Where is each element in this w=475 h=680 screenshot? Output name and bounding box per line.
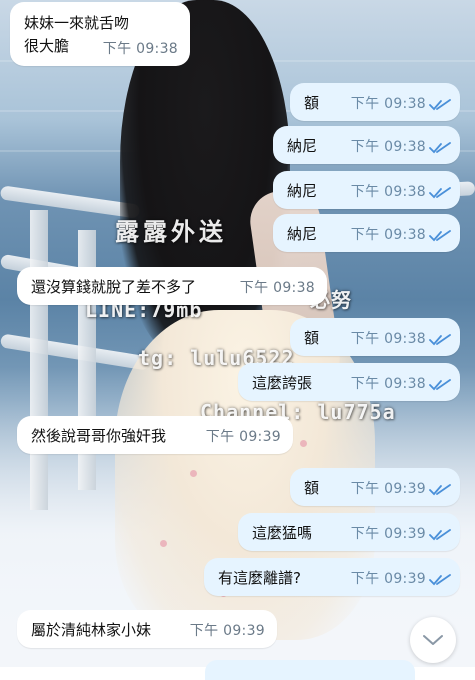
message-text: 然後說哥哥你強奸我 bbox=[31, 426, 167, 445]
message-time: 下午 09:38 bbox=[350, 227, 426, 243]
message-time: 下午 09:38 bbox=[239, 280, 315, 296]
message-bubble-outgoing-partial bbox=[205, 660, 415, 680]
railing-post bbox=[30, 210, 48, 510]
message-time: 下午 09:38 bbox=[102, 41, 178, 57]
message-bubble-incoming[interactable]: 還沒算錢就脫了差不多了 下午 09:38 bbox=[17, 267, 327, 305]
dress-dot bbox=[300, 440, 307, 447]
message-text: 納尼 bbox=[287, 181, 318, 200]
dress-dot bbox=[190, 470, 197, 477]
message-bubble-outgoing[interactable]: 額 下午 09:38 bbox=[290, 83, 460, 121]
message-text: 納尼 bbox=[287, 136, 318, 155]
double-check-icon bbox=[429, 230, 451, 242]
double-check-icon bbox=[429, 142, 451, 154]
message-bubble-outgoing[interactable]: 納尼 下午 09:38 bbox=[273, 214, 460, 252]
message-time: 下午 09:39 bbox=[350, 571, 426, 587]
message-text: 屬於清純林家小妹 bbox=[31, 620, 152, 639]
message-time: 下午 09:39 bbox=[205, 429, 281, 445]
message-time: 下午 09:38 bbox=[350, 331, 426, 347]
double-check-icon bbox=[429, 379, 451, 391]
message-text: 還沒算錢就脫了差不多了 bbox=[31, 277, 197, 296]
message-text: 有這麼離譜? bbox=[218, 568, 301, 587]
double-check-icon bbox=[429, 529, 451, 541]
message-text: 額 bbox=[304, 93, 320, 112]
message-text: 妹妹一來就舌吻 bbox=[24, 14, 130, 32]
message-bubble-incoming[interactable]: 屬於清純林家小妹 下午 09:39 bbox=[17, 610, 277, 648]
message-time: 下午 09:38 bbox=[350, 96, 426, 112]
watermark-brand: 露露外送 bbox=[115, 218, 227, 246]
message-time: 下午 09:39 bbox=[189, 623, 265, 639]
message-time: 下午 09:39 bbox=[350, 481, 426, 497]
message-time: 下午 09:39 bbox=[350, 526, 426, 542]
double-check-icon bbox=[429, 574, 451, 586]
double-check-icon bbox=[429, 334, 451, 346]
message-text: 納尼 bbox=[287, 224, 318, 243]
double-check-icon bbox=[429, 187, 451, 199]
message-bubble-outgoing[interactable]: 額 下午 09:38 bbox=[290, 318, 460, 356]
message-bubble-outgoing[interactable]: 額 下午 09:39 bbox=[290, 468, 460, 506]
chevron-down-icon bbox=[423, 635, 443, 645]
message-time: 下午 09:38 bbox=[350, 184, 426, 200]
message-bubble-incoming[interactable]: 妹妹一來就舌吻 很大膽 下午 09:38 bbox=[10, 2, 190, 66]
double-check-icon bbox=[429, 484, 451, 496]
message-text: 這麼誇張 bbox=[252, 373, 313, 392]
message-bubble-outgoing[interactable]: 這麼猛嗎 下午 09:39 bbox=[238, 513, 460, 551]
message-text: 額 bbox=[304, 328, 320, 347]
message-bubble-incoming[interactable]: 然後說哥哥你強奸我 下午 09:39 bbox=[17, 416, 293, 454]
dress-dot bbox=[160, 540, 167, 547]
message-bubble-outgoing[interactable]: 納尼 下午 09:38 bbox=[273, 171, 460, 209]
message-time: 下午 09:38 bbox=[350, 139, 426, 155]
message-time: 下午 09:38 bbox=[350, 376, 426, 392]
message-text: 這麼猛嗎 bbox=[252, 523, 313, 542]
message-text: 額 bbox=[304, 478, 320, 497]
message-bubble-outgoing[interactable]: 納尼 下午 09:38 bbox=[273, 126, 460, 164]
scroll-to-bottom-button[interactable] bbox=[410, 617, 456, 663]
double-check-icon bbox=[429, 99, 451, 111]
message-bubble-outgoing[interactable]: 這麼誇張 下午 09:38 bbox=[238, 363, 460, 401]
message-bubble-outgoing[interactable]: 有這麼離譜? 下午 09:39 bbox=[204, 558, 460, 596]
